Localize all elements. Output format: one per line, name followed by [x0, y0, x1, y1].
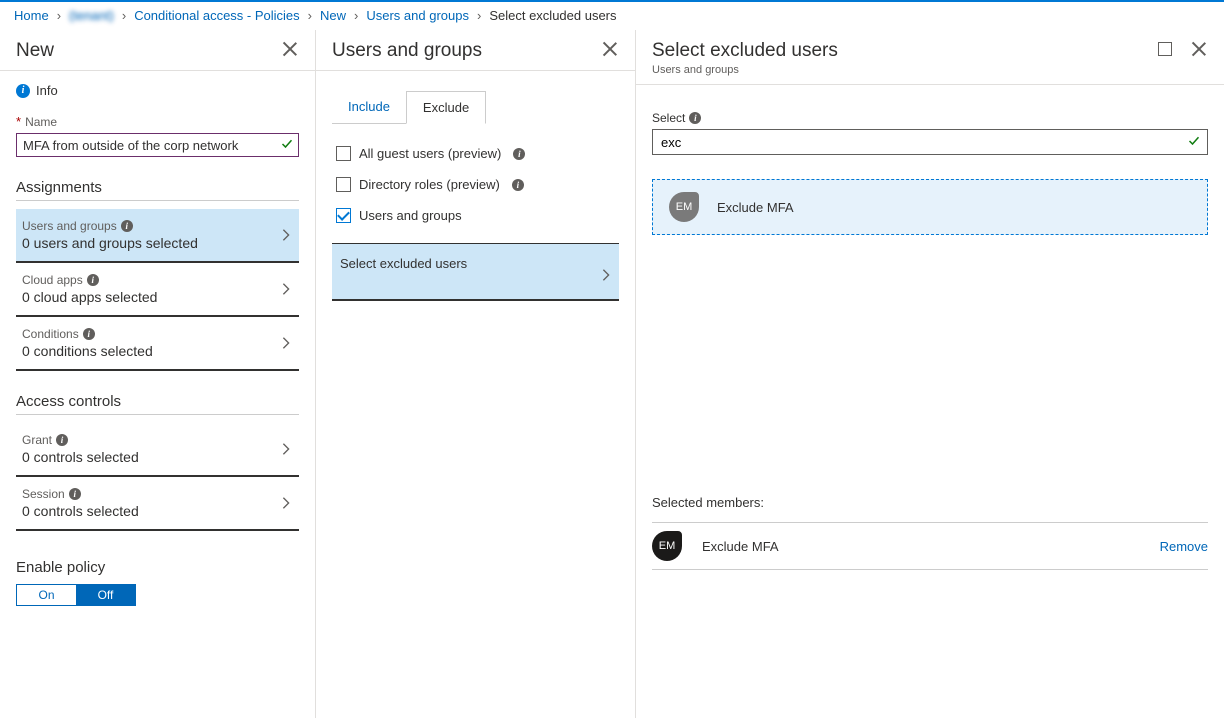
info-icon[interactable]: i [689, 112, 701, 124]
chevron-right-icon [279, 336, 293, 350]
info-label: Info [36, 83, 58, 98]
nav-grant[interactable]: Granti 0 controls selected [16, 423, 299, 477]
selected-member-row: EM Exclude MFA Remove [652, 522, 1208, 570]
info-icon[interactable]: i [87, 274, 99, 286]
info-icon[interactable]: i [83, 328, 95, 340]
info-icon[interactable]: i [121, 220, 133, 232]
nav-item-value: 0 cloud apps selected [22, 289, 271, 305]
check-label: Directory roles (preview) [359, 177, 500, 192]
nav-conditions[interactable]: Conditions i 0 conditions selected [16, 317, 299, 371]
crumb-sep-icon: › [308, 8, 312, 23]
blades-container: New i Info * Name Assignments Users and g… [0, 30, 1224, 718]
avatar-icon: EM [669, 192, 699, 222]
blade-new-title: New [16, 40, 54, 62]
close-icon[interactable] [601, 40, 619, 58]
member-name: Exclude MFA [702, 539, 779, 554]
required-asterisk-icon: * [16, 114, 21, 129]
select-search-input[interactable] [652, 129, 1208, 155]
chevron-right-icon [279, 442, 293, 456]
nav-item-title: Cloud apps [22, 273, 83, 287]
enable-policy-toggle[interactable]: On Off [16, 584, 136, 606]
info-icon: i [16, 84, 30, 98]
tab-exclude[interactable]: Exclude [406, 91, 486, 124]
toggle-off[interactable]: Off [76, 585, 135, 605]
crumb-users-groups[interactable]: Users and groups [366, 8, 469, 23]
selected-members-heading: Selected members: [652, 495, 1208, 510]
crumb-current: Select excluded users [489, 8, 616, 23]
select-excluded-users-button[interactable]: Select excluded users [332, 243, 619, 301]
chevron-right-icon [599, 268, 613, 282]
crumb-sep-icon: › [122, 8, 126, 23]
checkbox-checked-icon[interactable] [336, 208, 351, 223]
checkbox-icon[interactable] [336, 146, 351, 161]
info-icon[interactable]: i [69, 488, 81, 500]
info-icon[interactable]: i [513, 148, 525, 160]
info-icon[interactable]: i [512, 179, 524, 191]
nav-item-value: 0 conditions selected [22, 343, 271, 359]
info-icon[interactable]: i [56, 434, 68, 446]
close-icon[interactable] [1190, 40, 1208, 58]
nav-users-and-groups[interactable]: Users and groups i 0 users and groups sel… [16, 209, 299, 263]
check-all-guest-users[interactable]: All guest users (preview) i [332, 138, 619, 169]
blade-seu-title: Select excluded users [652, 40, 838, 62]
include-exclude-tabs: Include Exclude [332, 91, 619, 124]
nav-item-title: Session [22, 487, 65, 501]
remove-member-button[interactable]: Remove [1160, 539, 1208, 554]
nav-item-title: Grant [22, 433, 52, 447]
crumb-sep-icon: › [354, 8, 358, 23]
nav-item-value: 0 users and groups selected [22, 235, 271, 251]
blade-ug-title: Users and groups [332, 40, 482, 62]
check-directory-roles[interactable]: Directory roles (preview) i [332, 169, 619, 200]
check-users-and-groups[interactable]: Users and groups [332, 200, 619, 231]
crumb-sep-icon: › [57, 8, 61, 23]
blade-select-excluded-users: Select excluded users Users and groups S… [636, 30, 1224, 718]
maximize-icon[interactable] [1156, 40, 1174, 58]
checkbox-icon[interactable] [336, 177, 351, 192]
crumb-conditional-access[interactable]: Conditional access - Policies [134, 8, 299, 23]
info-row: i Info [16, 83, 299, 98]
blade-users-and-groups: Users and groups Include Exclude All gue… [316, 30, 636, 718]
enable-policy-heading: Enable policy [16, 559, 299, 576]
nav-item-value: 0 controls selected [22, 449, 271, 465]
nav-item-value: 0 controls selected [22, 503, 271, 519]
nav-session[interactable]: Session i 0 controls selected [16, 477, 299, 531]
chevron-right-icon [279, 228, 293, 242]
select-excluded-label: Select excluded users [340, 256, 467, 271]
nav-cloud-apps[interactable]: Cloud apps i 0 cloud apps selected [16, 263, 299, 317]
crumb-sep-icon: › [477, 8, 481, 23]
crumb-new[interactable]: New [320, 8, 346, 23]
avatar-icon: EM [652, 531, 682, 561]
policy-name-input[interactable] [16, 133, 299, 157]
tab-include[interactable]: Include [332, 91, 406, 124]
select-label: Select [652, 111, 685, 125]
search-result-item[interactable]: EM Exclude MFA [652, 179, 1208, 235]
check-label: Users and groups [359, 208, 462, 223]
result-name: Exclude MFA [717, 200, 794, 215]
breadcrumb: Home › (tenant) › Conditional access - P… [0, 2, 1224, 30]
assignments-heading: Assignments [16, 179, 299, 201]
blade-seu-subtitle: Users and groups [652, 64, 838, 76]
toggle-on[interactable]: On [17, 585, 76, 605]
blade-new: New i Info * Name Assignments Users and g… [0, 30, 316, 718]
close-icon[interactable] [281, 40, 299, 58]
nav-item-title: Users and groups [22, 219, 117, 233]
checkmark-icon [281, 138, 293, 150]
nav-item-title: Conditions [22, 327, 79, 341]
name-label: Name [25, 115, 57, 129]
check-label: All guest users (preview) [359, 146, 501, 161]
chevron-right-icon [279, 496, 293, 510]
crumb-tenant[interactable]: (tenant) [69, 8, 114, 23]
access-controls-heading: Access controls [16, 393, 299, 415]
crumb-home[interactable]: Home [14, 8, 49, 23]
checkmark-icon [1188, 135, 1200, 147]
chevron-right-icon [279, 282, 293, 296]
